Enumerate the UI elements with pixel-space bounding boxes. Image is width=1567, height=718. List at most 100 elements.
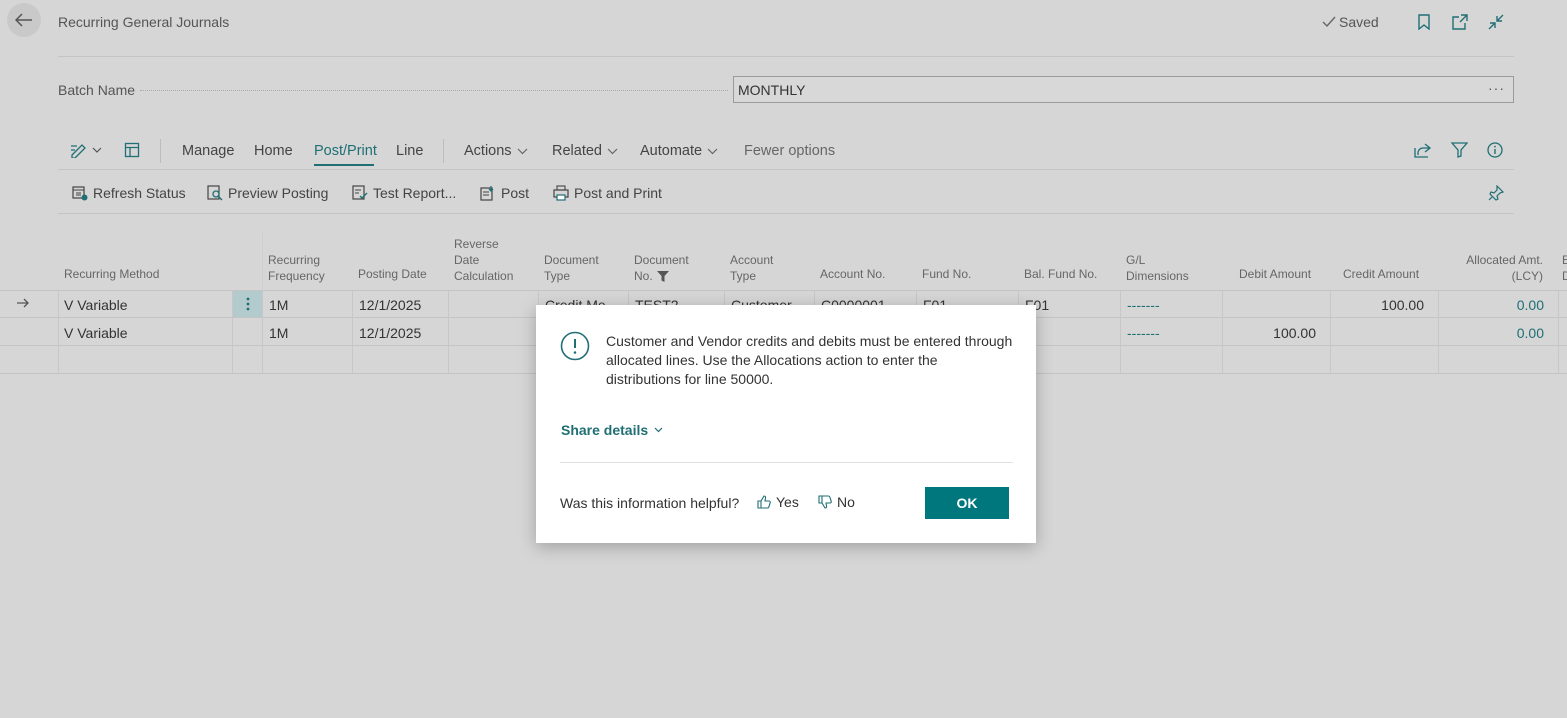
refresh-status-label: Refresh Status xyxy=(93,185,186,201)
column-divider xyxy=(448,290,449,374)
menu-actions[interactable]: Actions xyxy=(464,143,528,159)
column-divider xyxy=(1120,290,1121,374)
batch-name-lookup-button[interactable]: ··· xyxy=(1488,80,1505,96)
col-header-line: Date xyxy=(454,253,480,267)
post-and-print-label: Post and Print xyxy=(574,185,662,201)
col-header-line: Recurring xyxy=(268,253,321,267)
feedback-no-button[interactable]: No xyxy=(818,494,855,510)
menu-actions-label: Actions xyxy=(464,143,512,159)
col-header-line: (LCY) xyxy=(1511,269,1543,283)
edit-list-button[interactable] xyxy=(70,142,102,158)
saved-status: Saved xyxy=(1322,14,1379,30)
col-recurring-frequency[interactable]: Recurring Frequency xyxy=(268,252,325,284)
preview-posting-icon xyxy=(207,185,223,201)
back-button[interactable] xyxy=(7,3,41,37)
test-report-button[interactable]: Test Report... xyxy=(352,185,456,201)
post-button[interactable]: Post xyxy=(480,185,529,201)
pin-icon xyxy=(1488,185,1504,201)
collapse-icon xyxy=(1488,14,1504,30)
show-details-button[interactable] xyxy=(124,142,140,158)
menu-separator xyxy=(443,139,444,163)
col-account-type[interactable]: Account Type xyxy=(730,252,773,284)
col-bal-fund-no[interactable]: Bal. Fund No. xyxy=(1024,266,1097,282)
cell-recurring-method[interactable]: V Variable xyxy=(64,297,128,313)
col-header-line: G/L xyxy=(1126,253,1146,267)
col-debit-amount[interactable]: Debit Amount xyxy=(1239,266,1311,282)
info-icon xyxy=(1487,142,1503,158)
col-credit-amount[interactable]: Credit Amount xyxy=(1343,266,1419,282)
share-details-button[interactable]: Share details xyxy=(561,422,663,438)
col-account-no[interactable]: Account No. xyxy=(820,266,885,282)
share-details-label: Share details xyxy=(561,422,649,438)
menu-related[interactable]: Related xyxy=(552,143,618,159)
menu-line[interactable]: Line xyxy=(396,143,423,159)
bookmark-button[interactable] xyxy=(1414,12,1434,32)
cell-gl-dimensions[interactable]: ------- xyxy=(1127,325,1160,341)
cell-allocated-amt[interactable]: 0.00 xyxy=(1438,325,1544,341)
menu-home[interactable]: Home xyxy=(254,143,293,159)
refresh-status-button[interactable]: Refresh Status xyxy=(72,185,186,201)
menu-automate[interactable]: Automate xyxy=(640,143,718,159)
info-button[interactable] xyxy=(1487,142,1503,158)
refresh-status-icon xyxy=(72,186,88,201)
row-actions-menu-button[interactable] xyxy=(233,291,262,317)
cell-posting-date[interactable]: 12/1/2025 xyxy=(359,325,421,341)
batch-name-leader xyxy=(140,90,728,91)
menu-manage[interactable]: Manage xyxy=(182,143,234,159)
cell-credit-amount[interactable]: 100.00 xyxy=(1330,297,1424,313)
share-button[interactable] xyxy=(1414,142,1432,158)
details-pane-icon xyxy=(124,142,140,158)
cell-recurring-frequency[interactable]: 1M xyxy=(269,297,288,313)
more-vertical-icon xyxy=(246,297,249,311)
batch-name-value: MONTHLY xyxy=(738,82,806,98)
cell-recurring-method[interactable]: V Variable xyxy=(64,325,128,341)
chevron-down-icon xyxy=(707,148,718,154)
cell-debit-amount[interactable]: 100.00 xyxy=(1222,325,1316,341)
post-label: Post xyxy=(501,185,530,201)
menu-post-print[interactable]: Post/Print xyxy=(314,143,377,159)
batch-name-field[interactable]: MONTHLY ··· xyxy=(733,76,1514,103)
ok-button[interactable]: OK xyxy=(925,487,1009,519)
col-fund-no[interactable]: Fund No. xyxy=(922,266,971,282)
header-column-divider xyxy=(262,232,263,290)
col-document-type[interactable]: Document Type xyxy=(544,252,599,284)
chevron-down-icon xyxy=(92,147,102,153)
collapse-button[interactable] xyxy=(1486,12,1506,32)
col-allocated-amt[interactable]: Allocated Amt. (LCY) xyxy=(1464,252,1543,284)
cell-posting-date[interactable]: 12/1/2025 xyxy=(359,297,421,313)
col-header-text: No. xyxy=(634,269,653,283)
cell-gl-dimensions[interactable]: ------- xyxy=(1127,297,1160,313)
helpful-question: Was this information helpful? xyxy=(560,495,740,511)
cell-recurring-frequency[interactable]: 1M xyxy=(269,325,288,341)
chevron-down-icon xyxy=(517,148,527,154)
arrow-left-icon xyxy=(15,13,32,27)
col-posting-date[interactable]: Posting Date xyxy=(358,266,427,282)
thumbs-down-icon xyxy=(818,495,832,509)
filter-button[interactable] xyxy=(1451,142,1468,158)
col-reverse-date-calculation[interactable]: Reverse Date Calculation xyxy=(454,236,513,284)
feedback-yes-button[interactable]: Yes xyxy=(757,494,799,510)
col-header-line: Type xyxy=(544,269,571,283)
header-divider xyxy=(58,56,1514,57)
current-row-indicator xyxy=(16,297,30,309)
col-next[interactable]: E D xyxy=(1562,252,1567,284)
pin-action-bar-button[interactable] xyxy=(1488,185,1504,201)
menu-fewer-options[interactable]: Fewer options xyxy=(744,143,835,159)
col-document-no[interactable]: Document No. xyxy=(634,252,689,284)
column-divider xyxy=(58,290,59,374)
arrow-right-icon xyxy=(17,298,29,308)
open-new-window-button[interactable] xyxy=(1450,12,1470,32)
feedback-no-label: No xyxy=(837,494,855,510)
column-divider xyxy=(262,290,263,374)
col-header-line: Document xyxy=(634,253,689,267)
preview-posting-button[interactable]: Preview Posting xyxy=(207,185,328,201)
page-title: Recurring General Journals xyxy=(58,14,230,30)
filter-icon xyxy=(656,270,669,282)
col-header-line: Frequency xyxy=(268,269,325,283)
col-recurring-method[interactable]: Recurring Method xyxy=(64,266,159,282)
col-gl-dimensions[interactable]: G/L Dimensions xyxy=(1126,252,1189,284)
col-header-line: Calculation xyxy=(454,269,514,283)
test-report-label: Test Report... xyxy=(373,185,457,201)
post-and-print-button[interactable]: Post and Print xyxy=(553,185,662,201)
cell-allocated-amt[interactable]: 0.00 xyxy=(1438,297,1544,313)
